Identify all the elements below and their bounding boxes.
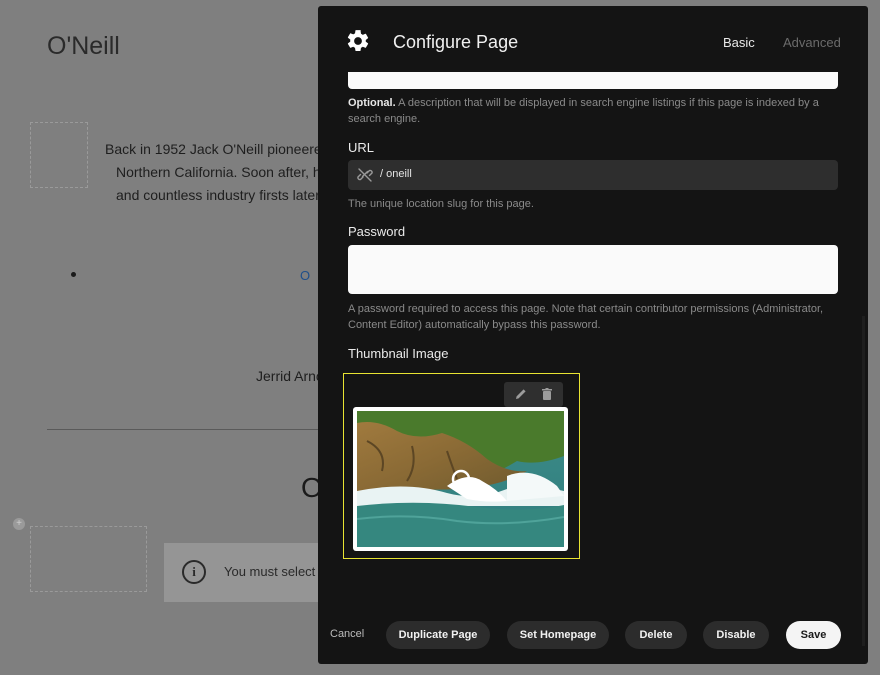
url-label: URL: [348, 140, 375, 155]
paragraph-line-3: and countless industry firsts later,: [116, 187, 323, 203]
modal-footer: Cancel Duplicate Page Set Homepage Delet…: [318, 620, 868, 650]
page-title: O'Neill: [47, 32, 120, 60]
password-label: Password: [348, 224, 406, 239]
author-text: Jerrid Arno: [256, 368, 324, 384]
duplicate-page-button[interactable]: Duplicate Page: [386, 621, 490, 649]
modal-title: Configure Page: [393, 32, 519, 52]
notice-text: You must select a: [224, 564, 327, 579]
cancel-button[interactable]: Cancel: [330, 628, 364, 640]
configure-page-modal: Configure Page Basic Advanced Optional. …: [318, 6, 868, 664]
pencil-icon[interactable]: [514, 387, 528, 401]
placeholder-block: [30, 122, 88, 188]
password-field[interactable]: [348, 245, 838, 294]
surf-photo: [357, 411, 564, 547]
help-strong: Optional.: [348, 97, 396, 109]
link-off-icon: [357, 168, 373, 182]
description-help: Optional. A description that will be dis…: [348, 95, 840, 127]
url-field[interactable]: / oneill: [348, 160, 838, 190]
thumbnail-label: Thumbnail Image: [348, 346, 449, 361]
disable-button[interactable]: Disable: [703, 621, 769, 649]
modal-header: Configure Page Basic Advanced: [318, 6, 868, 78]
delete-button[interactable]: Delete: [625, 621, 687, 649]
scrollbar[interactable]: [862, 316, 865, 646]
help-text: A description that will be displayed in …: [348, 97, 819, 125]
description-field[interactable]: [348, 72, 838, 89]
url-value: / oneill: [380, 168, 412, 180]
paragraph-line-2: Northern California. Soon after, he: [116, 164, 329, 180]
paragraph-line-1: Back in 1952 Jack O'Neill pioneere: [105, 141, 322, 157]
thumbnail-image-block[interactable]: [343, 373, 580, 559]
list-bullet: [71, 272, 76, 277]
save-button[interactable]: Save: [786, 621, 841, 649]
tab-advanced[interactable]: Advanced: [783, 35, 841, 50]
placeholder-block: [30, 526, 147, 592]
set-homepage-button[interactable]: Set Homepage: [507, 621, 609, 649]
thumbnail-toolbar: [504, 382, 563, 407]
password-help: A password required to access this page.…: [348, 303, 824, 331]
thumbnail-image: [353, 407, 568, 551]
divider: [47, 429, 327, 430]
trash-icon[interactable]: [540, 387, 554, 401]
gear-icon: [347, 30, 369, 51]
info-icon: i: [182, 560, 206, 584]
add-block-icon: +: [13, 518, 25, 530]
url-help: The unique location slug for this page.: [348, 198, 534, 210]
tab-basic[interactable]: Basic: [723, 35, 755, 50]
